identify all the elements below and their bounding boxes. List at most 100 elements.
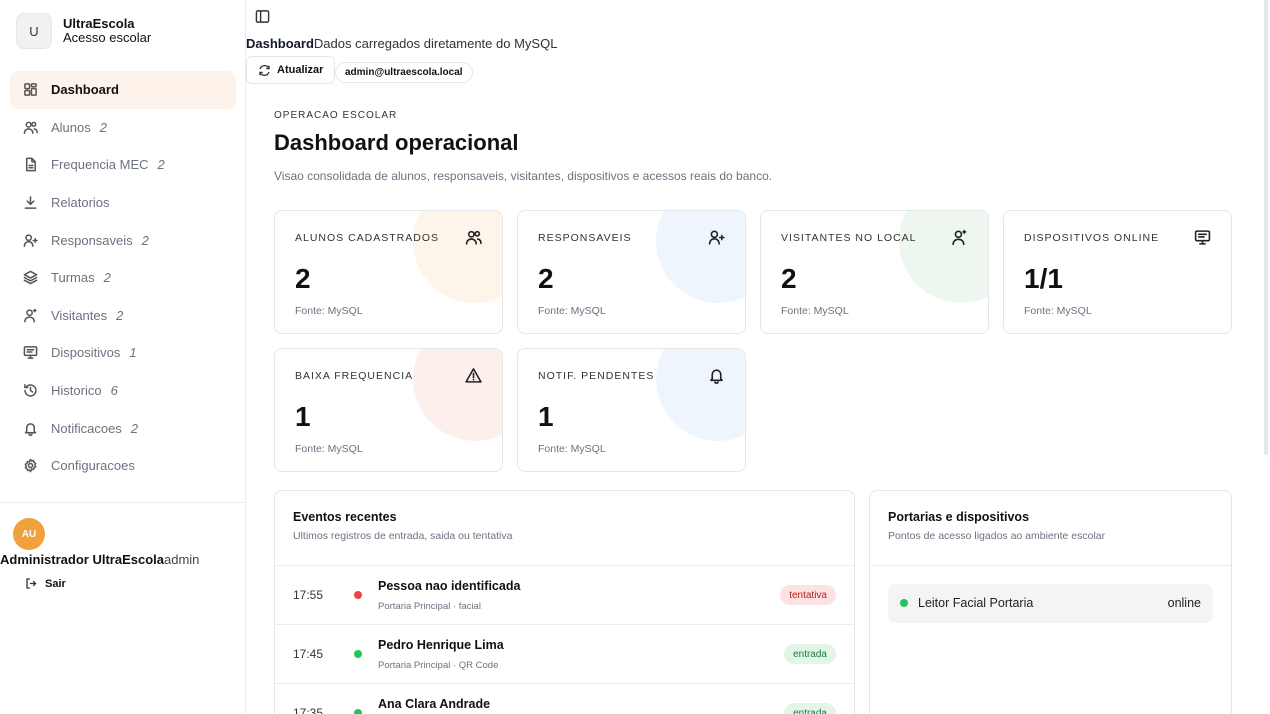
sidebar-item-alunos[interactable]: Alunos 2 [10,109,236,147]
device-status: online [1167,596,1201,610]
download-icon [24,196,37,209]
refresh-label: Atualizar [277,64,324,76]
card-decoration [656,349,745,441]
refresh-icon [259,64,270,76]
event-status-dot [354,591,362,599]
user-panel: AU Administrador UltraEscolaadmin Sair [0,502,246,590]
bell-icon [710,369,723,384]
sidebar-item-count: 2 [130,420,139,436]
page-title: Dashboard [246,36,314,51]
event-time: 17:45 [293,647,324,661]
panel-subtitle: Ultimos registros de entrada, saida ou t… [293,530,513,542]
stat-card-alunos: ALUNOS CADASTRADOS 2 Fonte: MySQL [274,210,503,334]
user-name: Administrador UltraEscola [0,552,164,567]
device-name: Leitor Facial Portaria [918,596,1034,610]
event-row[interactable]: 17:35 Ana Clara Andrade entrada [275,684,854,714]
stat-value: 2 [781,263,797,294]
card-decoration [413,211,502,303]
device-row[interactable]: Leitor Facial Portaria online [888,584,1213,623]
sidebar-item-label: Turmas [51,270,95,286]
card-decoration [1142,211,1231,303]
sidebar-item-label: Dashboard [51,82,119,98]
sidebar-item-label: Configuracoes [51,458,135,474]
sidebar-toggle-icon [255,10,270,23]
brand-logo: U [16,13,52,49]
sidebar-item-frequencia-mec[interactable]: Frequencia MEC 2 [10,146,236,184]
event-person: Ana Clara Andrade [378,697,491,711]
layers-icon [23,270,38,285]
avatar[interactable]: AU [13,518,45,550]
logout-button[interactable]: Sair [25,577,66,590]
stat-source: Fonte: MySQL [1024,305,1092,317]
sidebar-item-notificacoes[interactable]: Notificacoes 2 [10,409,236,447]
monitor-icon [23,346,38,360]
event-row[interactable]: 17:45 Pedro Henrique Lima Portaria Princ… [275,625,854,684]
users-icon [23,121,38,134]
sidebar-item-label: Historico [51,383,102,399]
event-detail: Portaria Principal · QR Code [378,660,499,671]
history-icon [24,383,37,397]
event-row[interactable]: 17:55 Pessoa nao identificada Portaria P… [275,566,854,625]
sidebar-item-count: 2 [116,307,124,323]
recent-events-panel: Eventos recentes Ultimos registros de en… [274,490,855,714]
stat-value: 2 [295,263,311,294]
event-status-badge: entrada [784,644,836,664]
stat-label: VISITANTES NO LOCAL [781,232,917,244]
stat-label: RESPONSAVEIS [538,232,632,244]
sidebar-item-dispositivos[interactable]: Dispositivos 1 [10,334,236,372]
sidebar-item-historico[interactable]: Historico 6 [10,372,236,410]
stat-card-responsaveis: RESPONSAVEIS 2 Fonte: MySQL [517,210,746,334]
sidebar-nav: Dashboard Alunos 2 Frequencia MEC 2 Rela… [10,71,236,485]
gear-icon [24,458,37,473]
brand[interactable]: U UltraEscola Acesso escolar [16,13,151,49]
stat-source: Fonte: MySQL [538,305,606,317]
sidebar-item-label: Visitantes [51,307,108,323]
card-decoration [899,211,988,303]
stat-source: Fonte: MySQL [781,305,849,317]
page-scrollbar[interactable] [1264,0,1268,455]
logout-icon [26,578,37,589]
sidebar-item-configuracoes[interactable]: Configuracoes [10,447,236,485]
event-status-dot [354,650,362,658]
sidebar-toggle-button[interactable] [255,9,271,25]
stat-source: Fonte: MySQL [295,443,363,455]
stat-source: Fonte: MySQL [295,305,363,317]
event-time: 17:35 [293,706,324,714]
brand-subtitle: Acesso escolar [63,30,152,45]
sidebar-item-visitantes[interactable]: Visitantes 2 [10,297,236,335]
stat-card-visitantes: VISITANTES NO LOCAL 2 Fonte: MySQL [760,210,989,334]
sidebar-item-turmas[interactable]: Turmas 2 [10,259,236,297]
sidebar: U UltraEscola Acesso escolar Dashboard A… [0,0,246,714]
user-email-badge: admin@ultraescola.local [335,62,473,83]
event-detail: Portaria Principal · facial [378,601,481,612]
monitor-icon [1194,230,1211,245]
bell-icon [24,422,37,436]
user-star-icon [24,308,37,323]
sidebar-item-count: 2 [141,232,149,248]
panel-title: Portarias e dispositivos [888,510,1030,524]
refresh-button[interactable]: Atualizar [246,56,336,84]
stat-value: 1 [295,401,311,432]
file-icon [26,158,36,172]
sidebar-item-responsaveis[interactable]: Responsaveis 2 [10,221,236,259]
card-decoration [413,349,502,441]
sidebar-item-dashboard[interactable]: Dashboard [10,71,236,109]
sidebar-item-label: Notificacoes [51,420,122,436]
sidebar-item-relatorios[interactable]: Relatorios [10,184,236,222]
sidebar-item-count: 2 [103,270,111,286]
user-role: admin [164,552,200,567]
stat-value: 1/1 [1024,263,1063,294]
sidebar-item-label: Relatorios [51,195,110,211]
stat-label: DISPOSITIVOS ONLINE [1024,232,1160,244]
event-status-badge: entrada [784,703,836,714]
user-plus-icon [708,230,725,245]
event-status-badge: tentativa [780,585,836,605]
main-description: Visao consolidada de alunos, responsavei… [274,169,773,183]
event-person: Pessoa nao identificada [378,579,521,593]
main-title: Dashboard operacional [274,130,519,155]
device-status-dot [900,599,908,607]
logout-label: Sair [45,577,66,590]
section-eyebrow: OPERACAO ESCOLAR [274,110,398,121]
dashboard-icon [24,83,37,97]
stat-label: ALUNOS CADASTRADOS [295,232,440,244]
